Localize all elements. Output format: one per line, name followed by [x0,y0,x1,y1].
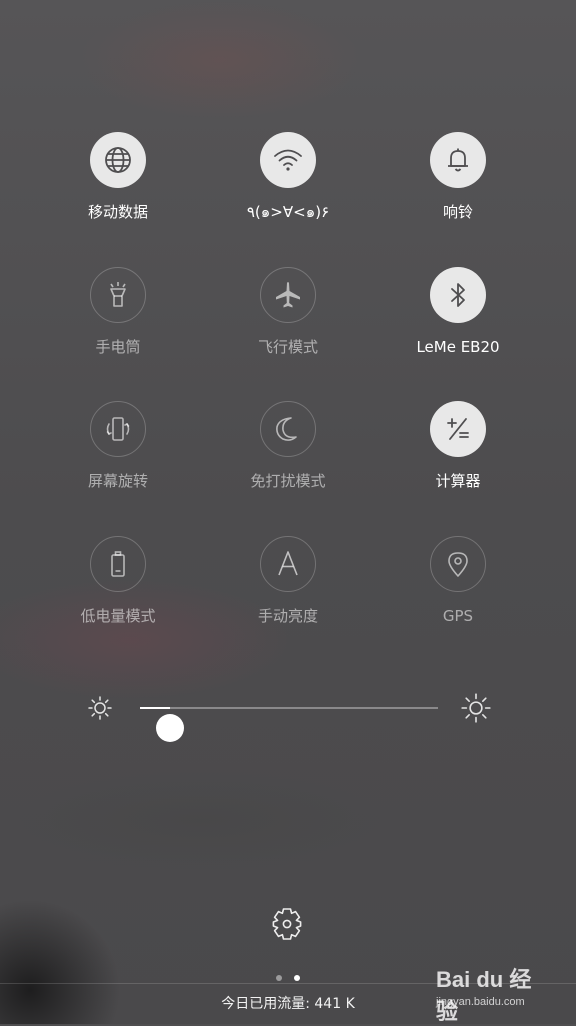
rotation-circle [90,401,146,457]
bluetooth-label: LeMe EB20 [416,338,500,356]
bluetooth-icon [451,283,465,307]
mobile-data-circle [90,132,146,188]
settings-gear-icon[interactable] [268,905,306,943]
watermark-url: jingyan.baidu.com [436,996,525,1008]
ring-circle [430,132,486,188]
low-power-label: 低电量模式 [80,607,156,625]
calculator-icon [447,418,469,440]
location-pin-icon [448,552,468,577]
toggle-do-not-disturb[interactable]: 免打扰模式 [203,401,373,491]
airplane-label: 飞行模式 [257,338,318,356]
page-dot-2[interactable] [294,975,300,981]
wifi-icon [274,149,302,171]
toggle-calculator[interactable]: 计算器 [373,401,543,491]
airplane-circle [260,267,316,323]
flashlight-icon [110,282,126,307]
letter-a-icon [278,551,298,576]
gps-circle [430,536,486,592]
wifi-label: ٩(๑>∀<๑)۶ [246,203,330,221]
ring-label: 响铃 [442,203,473,221]
brightness-thumb[interactable] [155,714,184,742]
toggle-wifi[interactable]: ٩(๑>∀<๑)۶ [203,132,373,222]
flashlight-circle [90,267,146,323]
rotate-icon [106,417,130,441]
calculator-circle [430,401,486,457]
toggle-gps[interactable]: GPS [373,536,543,626]
toggle-bluetooth[interactable]: LeMe EB20 [373,267,543,357]
battery-icon [111,551,125,577]
brightness-low-icon [88,696,112,720]
dnd-label: 免打扰模式 [250,472,326,490]
airplane-icon [276,282,300,308]
flashlight-label: 手电筒 [95,338,141,356]
bell-icon [448,148,468,172]
wifi-circle [260,132,316,188]
toggle-low-power[interactable]: 低电量模式 [33,536,203,626]
manual-brightness-circle [260,536,316,592]
calculator-label: 计算器 [435,472,481,490]
toggle-airplane[interactable]: 飞行模式 [203,267,373,357]
bluetooth-circle [430,267,486,323]
moon-icon [276,417,297,441]
low-power-circle [90,536,146,592]
globe-icon [105,147,131,173]
mobile-data-label: 移动数据 [87,203,148,221]
brightness-slider-row [0,688,576,742]
baidu-jingyan-watermark: Bai du 经验 jingyan.baidu.com [436,962,546,1024]
dnd-circle [260,401,316,457]
toggle-ring[interactable]: 响铃 [373,132,543,222]
manual-brightness-label: 手动亮度 [257,607,318,625]
toggle-mobile-data[interactable]: 移动数据 [33,132,203,222]
rotation-label: 屏幕旋转 [87,472,148,490]
toggle-rotation[interactable]: 屏幕旋转 [33,401,203,491]
brightness-high-icon [461,693,491,723]
brightness-track[interactable] [140,707,438,742]
page-dot-1[interactable] [276,975,282,981]
watermark-logo: Bai du 经验 [436,967,532,1024]
toggle-flashlight[interactable]: 手电筒 [33,267,203,357]
brightness-track-fill [140,707,170,709]
toggle-manual-brightness[interactable]: 手动亮度 [203,536,373,626]
gps-label: GPS [442,607,474,625]
